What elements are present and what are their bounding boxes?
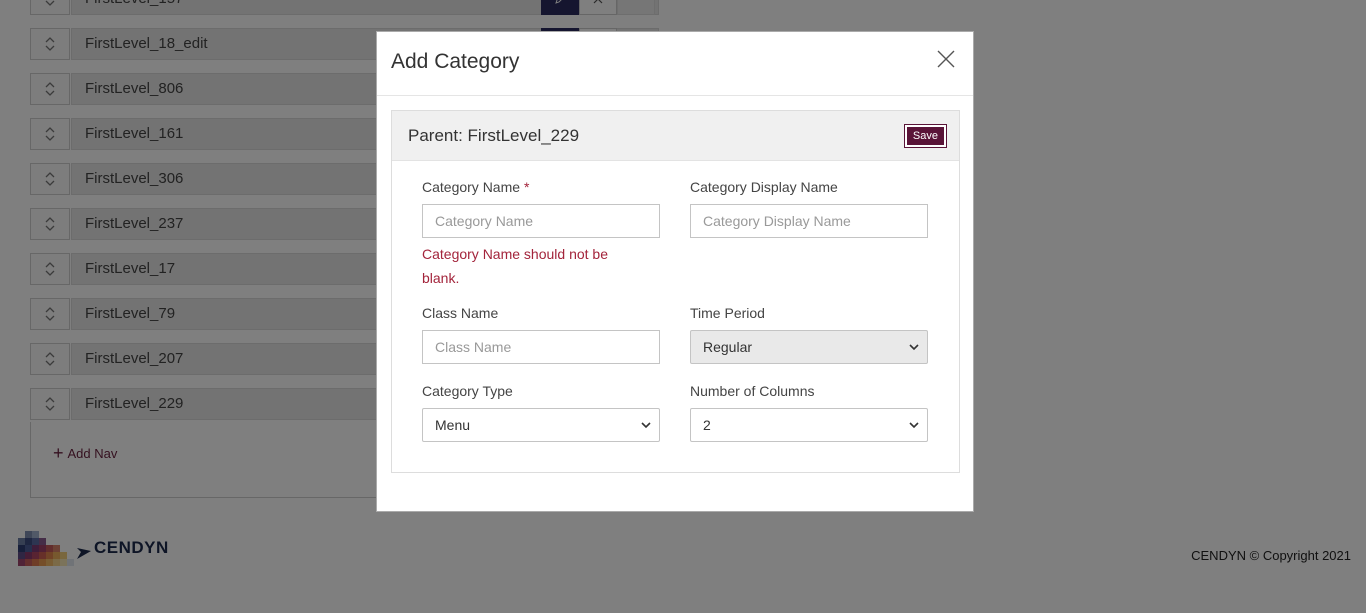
card-header: Parent: FirstLevel_229 Save bbox=[392, 111, 959, 161]
chevron-down-icon bbox=[641, 422, 651, 429]
time-period-value: Regular bbox=[703, 339, 753, 355]
category-name-label: Category Name * bbox=[422, 179, 530, 195]
add-category-modal: Add Category Parent: FirstLevel_229 Save… bbox=[376, 31, 974, 512]
category-type-value: Menu bbox=[435, 417, 471, 433]
time-period-label: Time Period bbox=[690, 305, 765, 321]
parent-label: Parent: FirstLevel_229 bbox=[408, 126, 580, 145]
chevron-down-icon bbox=[909, 344, 919, 351]
required-mark: * bbox=[523, 179, 530, 195]
chevron-down-icon bbox=[909, 422, 919, 429]
number-of-columns-label: Number of Columns bbox=[690, 383, 815, 399]
close-icon bbox=[937, 50, 955, 68]
class-name-input[interactable]: Class Name bbox=[422, 330, 660, 364]
category-type-field: Category Type Menu bbox=[422, 383, 660, 442]
number-of-columns-field: Number of Columns 2 bbox=[690, 383, 928, 442]
modal-title: Add Category bbox=[391, 50, 520, 73]
number-of-columns-value: 2 bbox=[703, 417, 711, 433]
save-button[interactable]: Save bbox=[906, 127, 944, 145]
category-type-select[interactable]: Menu bbox=[422, 408, 660, 442]
time-period-field: Time Period Regular bbox=[690, 305, 928, 364]
modal-header: Add Category bbox=[377, 32, 973, 96]
class-name-label: Class Name bbox=[422, 305, 499, 321]
category-name-field: Category Name * Category Name Category N… bbox=[422, 179, 660, 290]
category-name-input[interactable]: Category Name bbox=[422, 204, 660, 238]
category-name-error: Category Name should not be blank. bbox=[422, 246, 608, 286]
category-display-name-label: Category Display Name bbox=[690, 179, 838, 195]
close-button[interactable] bbox=[935, 48, 957, 70]
category-display-name-input[interactable]: Category Display Name bbox=[690, 204, 928, 238]
number-of-columns-select[interactable]: 2 bbox=[690, 408, 928, 442]
category-display-name-field: Category Display Name Category Display N… bbox=[690, 179, 928, 238]
category-type-label: Category Type bbox=[422, 383, 513, 399]
time-period-select[interactable]: Regular bbox=[690, 330, 928, 364]
category-form-card: Parent: FirstLevel_229 Save Category Nam… bbox=[391, 110, 960, 473]
class-name-field: Class Name Class Name bbox=[422, 305, 660, 364]
